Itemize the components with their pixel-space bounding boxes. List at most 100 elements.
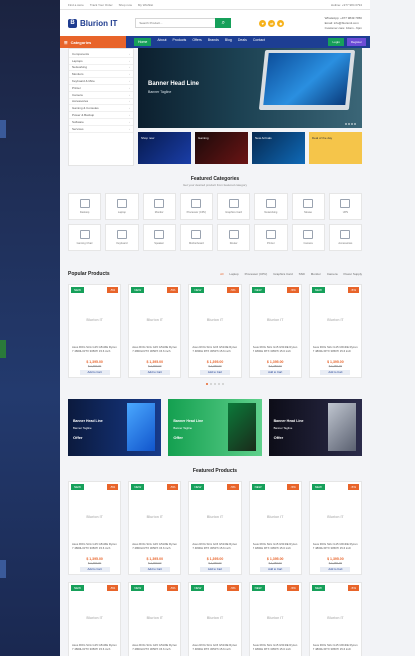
add-to-cart-button[interactable]: Add to Cart xyxy=(139,370,170,375)
tab-filter[interactable]: Laptop xyxy=(229,272,238,276)
sidebar-item[interactable]: Laptops › xyxy=(69,58,133,65)
product-name[interactable]: Asus ROG Strix G15 G513IE Ryzen 7 4800H … xyxy=(72,543,117,554)
add-to-cart-button[interactable]: Add to Cart xyxy=(139,567,170,572)
mini-banner[interactable]: New Arrivals xyxy=(252,132,305,164)
product-card[interactable]: NEW -5% Blurion IT Asus ROG Strix G15 G5… xyxy=(248,582,302,656)
nav-link[interactable]: Deals xyxy=(238,38,247,46)
mini-banner[interactable]: Gaming xyxy=(195,132,248,164)
register-button[interactable]: Register xyxy=(346,38,366,46)
product-name[interactable]: Asus ROG Strix G15 G513IE Ryzen 7 4800H … xyxy=(313,346,358,357)
product-card[interactable]: NEW -5% Blurion IT Asus ROG Strix G15 G5… xyxy=(308,481,362,575)
product-name[interactable]: Asus ROG Strix G15 G513IE Ryzen 7 4800H … xyxy=(253,644,298,655)
promo-banner[interactable]: Banner Head Line Banner Tagline Offer xyxy=(168,399,262,456)
product-card[interactable]: NEW -5% Blurion IT Asus ROG Strix G15 G5… xyxy=(248,481,302,575)
add-to-cart-button[interactable]: Add to Cart xyxy=(320,567,351,572)
product-image[interactable]: Blurion IT xyxy=(132,493,177,541)
nav-link[interactable]: Blog xyxy=(225,38,232,46)
product-image[interactable]: Blurion IT xyxy=(72,594,117,642)
category-card[interactable]: Accessories xyxy=(328,224,362,251)
product-card[interactable]: NEW -5% Blurion IT Asus ROG Strix G15 G5… xyxy=(188,481,242,575)
category-card[interactable]: UPS xyxy=(328,193,362,220)
category-card[interactable]: Mouse xyxy=(291,193,325,220)
product-image[interactable]: Blurion IT xyxy=(253,493,298,541)
compare-icon[interactable]: ⇄ xyxy=(268,19,276,27)
cart-icon[interactable]: ◆ xyxy=(277,19,285,27)
tab-filter[interactable]: Processor (CPU) xyxy=(245,272,268,276)
sidebar-item[interactable]: Camera › xyxy=(69,92,133,99)
search-button[interactable]: ⌕ xyxy=(215,18,232,28)
product-image[interactable]: Blurion IT xyxy=(132,594,177,642)
tab-all[interactable]: All xyxy=(220,272,223,276)
product-image[interactable]: Blurion IT xyxy=(253,594,298,642)
product-name[interactable]: Asus ROG Strix G15 G513IE Ryzen 7 4800H … xyxy=(72,644,117,655)
product-name[interactable]: Asus ROG Strix G15 G513IE Ryzen 7 4800H … xyxy=(253,346,298,357)
product-name[interactable]: Asus ROG Strix G15 G513IE Ryzen 7 4800H … xyxy=(253,543,298,554)
product-image[interactable]: Blurion IT xyxy=(192,493,237,541)
site-logo[interactable]: B Blurion IT xyxy=(68,18,117,28)
deal-banner[interactable]: Deal of the day xyxy=(309,132,362,164)
add-to-cart-button[interactable]: Add to Cart xyxy=(79,370,110,375)
product-name[interactable]: Asus ROG Strix G15 G513IE Ryzen 7 4800H … xyxy=(132,644,177,655)
sidebar-item[interactable]: Software › xyxy=(69,119,133,126)
category-card[interactable]: Laptop xyxy=(105,193,139,220)
product-name[interactable]: Asus ROG Strix G15 G513IE Ryzen 7 4800H … xyxy=(132,346,177,357)
sidebar-item[interactable]: Gaming & Consoles › xyxy=(69,105,133,113)
category-card[interactable]: Printer xyxy=(254,224,288,251)
product-image[interactable]: Blurion IT xyxy=(72,493,117,541)
product-card[interactable]: NEW -5% Blurion IT Asus ROG Strix G15 G5… xyxy=(68,481,122,575)
product-name[interactable]: Asus ROG Strix G15 G513IE Ryzen 7 4800H … xyxy=(192,346,237,357)
product-image[interactable]: Blurion IT xyxy=(313,296,358,344)
product-card[interactable]: NEW -5% Blurion IT Asus ROG Strix G15 G5… xyxy=(128,284,182,378)
add-to-cart-button[interactable]: Add to Cart xyxy=(79,567,110,572)
add-to-cart-button[interactable]: Add to Cart xyxy=(199,567,230,572)
categories-menu-button[interactable]: ☰ Categories xyxy=(60,36,126,48)
sidebar-item[interactable]: Power & Backup › xyxy=(69,112,133,119)
product-image[interactable]: Blurion IT xyxy=(313,594,358,642)
product-name[interactable]: Asus ROG Strix G15 G513IE Ryzen 7 4800H … xyxy=(192,543,237,554)
topbar-link[interactable]: Shop now xyxy=(119,3,132,7)
category-card[interactable]: Networking xyxy=(254,193,288,220)
nav-link-home[interactable]: Home xyxy=(134,38,152,46)
product-card[interactable]: NEW -5% Blurion IT Asus ROG Strix G15 G5… xyxy=(308,284,362,378)
category-card[interactable]: Gaming Chair xyxy=(68,224,102,251)
product-name[interactable]: Asus ROG Strix G15 G513IE Ryzen 7 4800H … xyxy=(192,644,237,655)
product-card[interactable]: NEW -5% Blurion IT Asus ROG Strix G15 G5… xyxy=(128,582,182,656)
category-card[interactable]: Camera xyxy=(291,224,325,251)
sidebar-item[interactable]: Accessories › xyxy=(69,99,133,106)
product-card[interactable]: NEW -5% Blurion IT Asus ROG Strix G15 G5… xyxy=(68,284,122,378)
category-card[interactable]: Desktop xyxy=(68,193,102,220)
product-image[interactable]: Blurion IT xyxy=(253,296,298,344)
category-card[interactable]: Processor (CPU) xyxy=(179,193,213,220)
nav-link[interactable]: Products xyxy=(173,38,187,46)
mini-banner[interactable]: Shop now xyxy=(138,132,191,164)
topbar-link[interactable]: Find a store xyxy=(68,3,84,7)
tab-filter[interactable]: Monitor xyxy=(311,272,321,276)
product-card[interactable]: NEW -5% Blurion IT Asus ROG Strix G15 G5… xyxy=(308,582,362,656)
topbar-link[interactable]: My Wishlist xyxy=(138,3,153,7)
nav-link[interactable]: Brands xyxy=(208,38,219,46)
product-card[interactable]: NEW -5% Blurion IT Asus ROG Strix G15 G5… xyxy=(188,284,242,378)
category-card[interactable]: Monitor xyxy=(142,193,176,220)
category-card[interactable]: Graphics Card xyxy=(217,193,251,220)
promo-banner[interactable]: Banner Head Line Banner Tagline Offer xyxy=(268,399,362,456)
product-image[interactable]: Blurion IT xyxy=(192,594,237,642)
sidebar-item[interactable]: Services › xyxy=(69,126,133,133)
product-card[interactable]: NEW -5% Blurion IT Asus ROG Strix G15 G5… xyxy=(188,582,242,656)
login-button[interactable]: Login xyxy=(328,38,344,46)
topbar-link[interactable]: Track Your Order xyxy=(90,3,113,7)
category-card[interactable]: Keyboard xyxy=(105,224,139,251)
category-card[interactable]: Motherboard xyxy=(179,224,213,251)
promo-banner[interactable]: Banner Head Line Banner Tagline Offer xyxy=(68,399,162,456)
add-to-cart-button[interactable]: Add to Cart xyxy=(260,370,291,375)
sidebar-item[interactable]: Networking › xyxy=(69,65,133,72)
product-image[interactable]: Blurion IT xyxy=(192,296,237,344)
tab-filter[interactable]: Graphics Card xyxy=(273,272,292,276)
product-card[interactable]: NEW -5% Blurion IT Asus ROG Strix G15 G5… xyxy=(248,284,302,378)
search-input[interactable] xyxy=(135,18,216,28)
add-to-cart-button[interactable]: Add to Cart xyxy=(320,370,351,375)
tab-filter[interactable]: Power Supply xyxy=(343,272,362,276)
product-name[interactable]: Asus ROG Strix G15 G513IE Ryzen 7 4800H … xyxy=(313,543,358,554)
product-name[interactable]: Asus ROG Strix G15 G513IE Ryzen 7 4800H … xyxy=(72,346,117,357)
product-name[interactable]: Asus ROG Strix G15 G513IE Ryzen 7 4800H … xyxy=(132,543,177,554)
category-card[interactable]: Router xyxy=(217,224,251,251)
